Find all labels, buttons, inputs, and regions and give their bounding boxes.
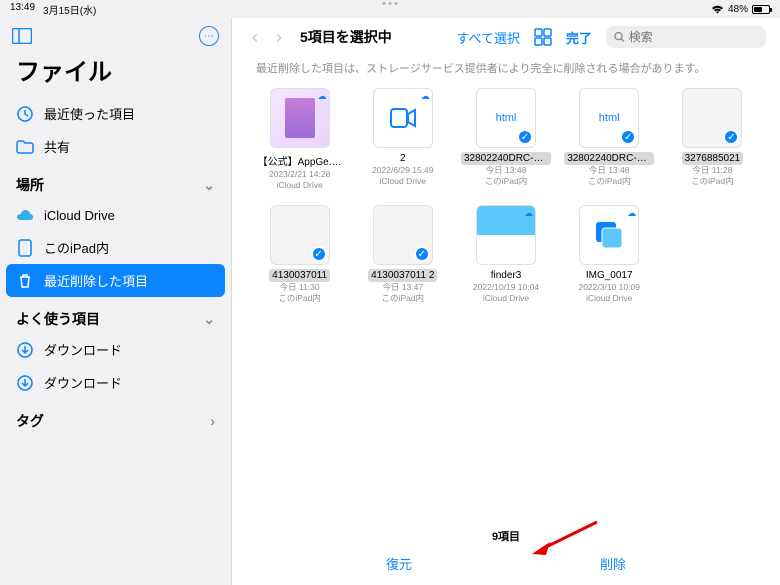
cloud-download-icon: ☁︎ <box>627 208 636 219</box>
file-meta: 今日 13:48このiPad内 <box>588 165 631 187</box>
cloud-icon <box>16 206 34 224</box>
file-thumbnail[interactable]: html✓ <box>579 88 639 148</box>
sidebar-item-label: 最近削除した項目 <box>44 271 148 290</box>
forward-button[interactable]: › <box>270 27 288 48</box>
file-name: IMG_0017 <box>583 269 636 282</box>
toolbar-title: 5項目を選択中 <box>300 27 392 47</box>
file-item[interactable]: ☁︎ IMG_00172022/3/10 10:09iCloud Drive <box>562 205 657 304</box>
multitask-dots[interactable] <box>383 2 398 5</box>
file-thumbnail[interactable]: ☁︎ <box>476 205 536 265</box>
view-grid-icon[interactable] <box>534 28 552 46</box>
file-thumbnail[interactable]: ☁︎ <box>579 205 639 265</box>
file-item[interactable]: ☁︎ finder32022/10/19 10:04iCloud Drive <box>458 205 553 304</box>
delete-button[interactable]: 削除 <box>600 554 626 573</box>
sidebar-section-favorites[interactable]: よく使う項目 ⌄ <box>0 297 231 333</box>
file-name: 3276885021 <box>682 152 744 165</box>
file-thumbnail[interactable]: html✓ <box>476 88 536 148</box>
sidebar-item-recently-deleted[interactable]: 最近削除した項目 <box>6 264 225 297</box>
more-button[interactable]: ⋯ <box>199 26 219 46</box>
file-meta: 2022/3/10 10:09iCloud Drive <box>578 282 639 304</box>
check-icon: ✓ <box>311 246 327 262</box>
check-icon: ✓ <box>723 129 739 145</box>
search-input[interactable] <box>629 30 758 44</box>
file-thumbnail[interactable]: ☁︎ <box>373 88 433 148</box>
check-icon: ✓ <box>414 246 430 262</box>
main-content: ‹ › 5項目を選択中 すべて選択 完了 最近削除した項目は、ストレージサービス… <box>232 18 780 585</box>
chevron-right-icon: › <box>210 413 215 429</box>
app-title: ファイル <box>0 50 231 97</box>
recover-button[interactable]: 復元 <box>386 554 412 573</box>
sidebar-item-icloud[interactable]: iCloud Drive <box>0 199 231 231</box>
sidebar-item-label: 最近使った項目 <box>44 104 135 123</box>
sidebar-item-shared[interactable]: 共有 <box>0 130 231 163</box>
sidebar-item-label: ダウンロード <box>44 340 122 359</box>
toolbar: ‹ › 5項目を選択中 すべて選択 完了 <box>232 18 780 56</box>
ipad-icon <box>16 239 34 257</box>
sidebar-item-label: iCloud Drive <box>44 208 115 223</box>
cloud-download-icon: ☁︎ <box>318 91 327 102</box>
file-thumbnail[interactable]: ☁︎ <box>270 88 330 148</box>
file-name: 4130037011 <box>269 269 330 282</box>
sidebar-item-downloads[interactable]: ダウンロード <box>0 366 231 399</box>
chevron-down-icon: ⌄ <box>203 311 215 328</box>
wifi-icon <box>711 4 724 14</box>
folder-shared-icon <box>16 138 34 156</box>
file-grid: ☁︎ 【公式】AppGe...画など2023/2/21 14:28iCloud D… <box>232 88 780 304</box>
file-name: 4130037011 2 <box>368 269 437 282</box>
done-button[interactable]: 完了 <box>566 28 592 47</box>
file-item[interactable]: ☁︎ 22022/6/29 15:49iCloud Drive <box>355 88 450 191</box>
file-item[interactable]: ✓ 4130037011今日 11:30このiPad内 <box>252 205 347 304</box>
back-button[interactable]: ‹ <box>246 27 264 48</box>
sidebar-section-tags[interactable]: タグ › <box>0 399 231 435</box>
footer: 9項目 復元 削除 <box>232 520 780 585</box>
file-meta: 今日 11:30このiPad内 <box>278 282 321 304</box>
cloud-download-icon: ☁︎ <box>524 208 533 219</box>
file-item[interactable]: ☁︎ 【公式】AppGe...画など2023/2/21 14:28iCloud D… <box>252 88 347 191</box>
download-icon <box>16 341 34 359</box>
battery-percent: 48% <box>728 4 748 15</box>
file-meta: 2022/10/19 10:04iCloud Drive <box>473 282 539 304</box>
file-meta: 2023/2/21 14:28iCloud Drive <box>269 169 330 191</box>
search-icon <box>614 31 625 43</box>
file-thumbnail[interactable]: ✓ <box>682 88 742 148</box>
sidebar-toggle-icon[interactable] <box>12 28 32 44</box>
sidebar-item-label: このiPad内 <box>44 238 109 257</box>
item-count: 9項目 <box>232 528 780 544</box>
status-date: 3月15日(水) <box>43 2 96 17</box>
file-name: finder3 <box>488 269 525 282</box>
sidebar: ⋯ ファイル 最近使った項目 共有 場所 ⌄ iCloud Drive このiP… <box>0 18 232 585</box>
sidebar-item-label: ダウンロード <box>44 373 122 392</box>
file-meta: 今日 13:48このiPad内 <box>485 165 528 187</box>
file-meta: 今日 13:47このiPad内 <box>382 282 425 304</box>
file-meta: 2022/6/29 15:49iCloud Drive <box>372 165 433 187</box>
clock-icon <box>16 105 34 123</box>
file-thumbnail[interactable]: ✓ <box>270 205 330 265</box>
file-item[interactable]: html✓ 32802240DRC-BT15今日 13:48このiPad内 <box>458 88 553 191</box>
check-icon: ✓ <box>517 129 533 145</box>
sidebar-section-locations[interactable]: 場所 ⌄ <box>0 163 231 199</box>
sidebar-item-recent[interactable]: 最近使った項目 <box>0 97 231 130</box>
cloud-download-icon: ☁︎ <box>421 91 430 102</box>
trash-icon <box>16 272 34 290</box>
status-time: 13:49 <box>10 2 35 17</box>
file-thumbnail[interactable]: ✓ <box>373 205 433 265</box>
file-item[interactable]: html✓ 32802240DRC-BT15P今日 13:48このiPad内 <box>562 88 657 191</box>
sidebar-item-ipad[interactable]: このiPad内 <box>0 231 231 264</box>
file-name: 32802240DRC-BT15P <box>564 152 654 165</box>
sidebar-item-downloads[interactable]: ダウンロード <box>0 333 231 366</box>
chevron-down-icon: ⌄ <box>203 177 215 194</box>
download-icon <box>16 374 34 392</box>
sidebar-item-label: 共有 <box>44 137 70 156</box>
notice-text: 最近削除した項目は、ストレージサービス提供者により完全に削除される場合があります… <box>232 56 780 88</box>
file-meta: 今日 11:28このiPad内 <box>691 165 734 187</box>
file-item[interactable]: ✓ 4130037011 2今日 13:47このiPad内 <box>355 205 450 304</box>
file-name: 2 <box>397 152 409 165</box>
search-field[interactable] <box>606 26 766 48</box>
battery-icon <box>752 5 770 14</box>
select-all-button[interactable]: すべて選択 <box>456 28 520 47</box>
file-item[interactable]: ✓ 3276885021今日 11:28このiPad内 <box>665 88 760 191</box>
file-name: 【公式】AppGe...画など <box>255 152 345 169</box>
file-name: 32802240DRC-BT15 <box>461 152 551 165</box>
check-icon: ✓ <box>620 129 636 145</box>
